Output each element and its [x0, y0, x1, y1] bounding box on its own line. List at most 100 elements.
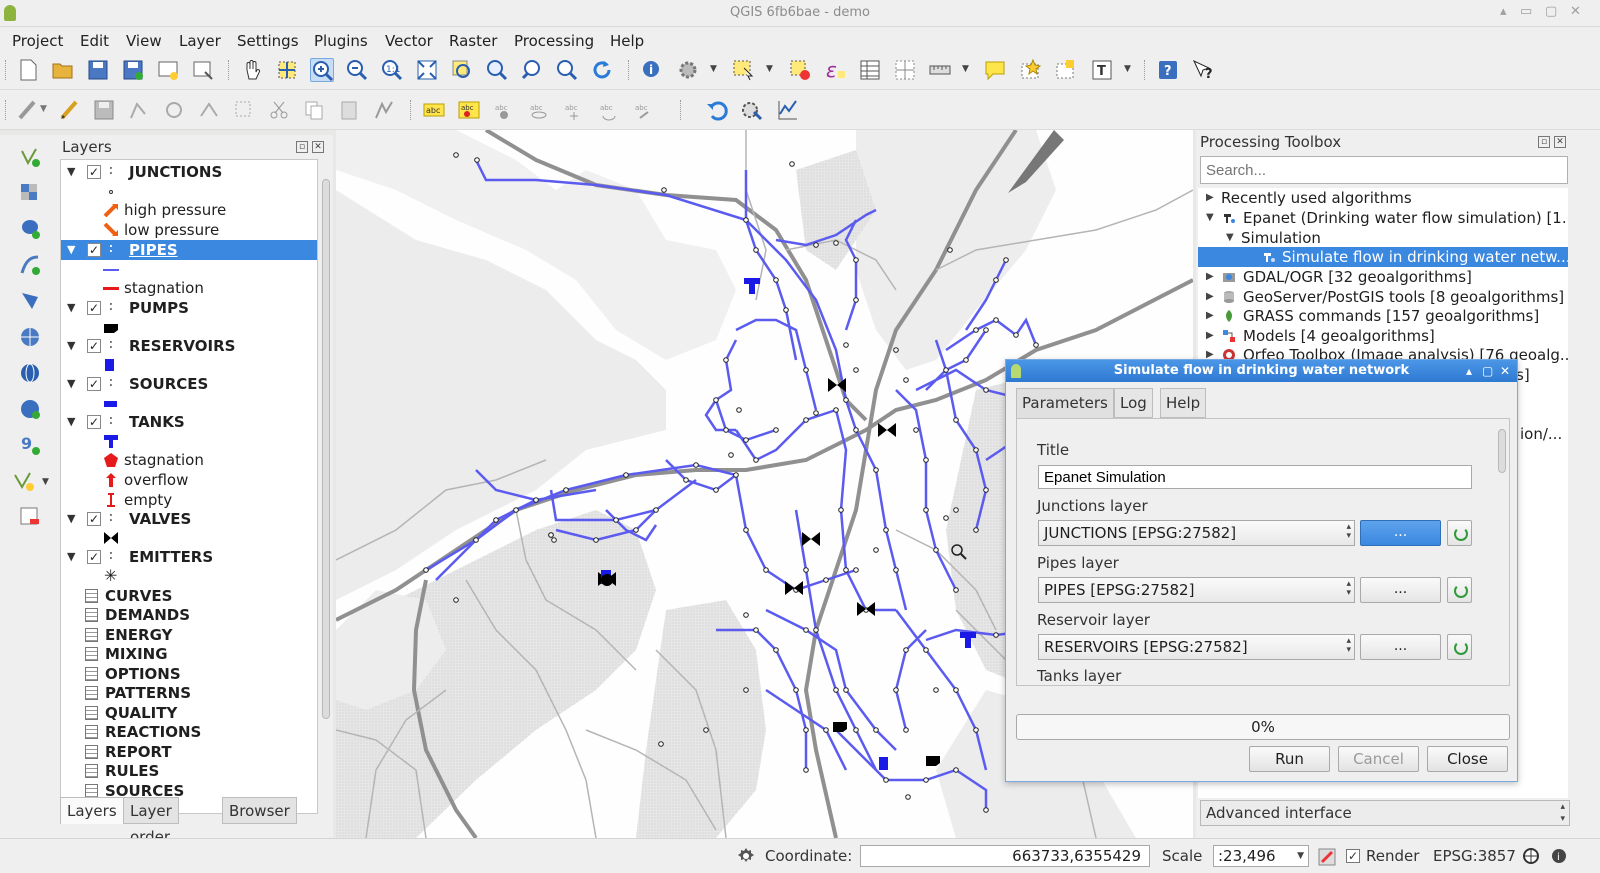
current-edits-icon[interactable]	[16, 98, 40, 122]
cancel-button[interactable]: Cancel	[1338, 746, 1419, 772]
zoom-actual-size-icon[interactable]: 1:1	[380, 58, 404, 82]
table-rules[interactable]: RULES	[61, 761, 317, 781]
help-contents-icon[interactable]: ?	[1156, 58, 1180, 82]
table-quality[interactable]: QUALITY	[61, 703, 317, 723]
dialog-maximize-button[interactable]: ▢	[1482, 360, 1493, 382]
tab-browser[interactable]: Browser	[222, 797, 297, 824]
toggle-editing-icon[interactable]	[57, 98, 81, 122]
tab-log[interactable]: Log	[1114, 388, 1153, 418]
processing-toolbox-icon[interactable]	[740, 98, 764, 122]
save-as-icon[interactable]	[121, 58, 145, 82]
save-project-icon[interactable]	[86, 58, 110, 82]
layer-sources[interactable]: ▼ ✓ ⁚ SOURCES	[61, 374, 317, 394]
add-delimited-text-icon[interactable]: 9	[18, 433, 42, 457]
junctions-layer-select[interactable]: JUNCTIONS [EPSG:27582] ▴ ▾	[1038, 520, 1355, 546]
close-button[interactable]: Close	[1427, 746, 1508, 772]
pan-map-icon[interactable]	[240, 58, 264, 82]
text-annotation-icon[interactable]: T	[1090, 58, 1114, 82]
messages-icon[interactable]: i	[1550, 847, 1568, 865]
layer-labeling-icon[interactable]: abc	[457, 98, 481, 122]
table-curves[interactable]: CURVES	[61, 586, 317, 606]
layer-visibility-checkbox[interactable]: ✓	[87, 415, 101, 429]
reservoir-browse-button[interactable]: ...	[1360, 634, 1441, 660]
coordinate-input[interactable]: 663733,6355429	[860, 845, 1150, 867]
parameters-scrollbar[interactable]	[1497, 425, 1507, 679]
coordinate-toggle-icon[interactable]	[737, 847, 755, 865]
add-mssql-layer-icon[interactable]	[18, 289, 42, 313]
pin-labels-icon[interactable]: abc	[492, 98, 516, 122]
add-wfs-layer-icon[interactable]	[18, 397, 42, 421]
open-project-icon[interactable]	[51, 58, 75, 82]
whats-this-icon[interactable]: ?	[1191, 58, 1215, 82]
layer-valves[interactable]: ▼ ✓ ⁚ VALVES	[61, 509, 317, 529]
layers-scrollbar-thumb[interactable]	[322, 179, 330, 719]
select-by-expression-icon[interactable]: ε	[823, 58, 847, 82]
dialog-titlebar[interactable]: Simulate flow in drinking water network …	[1006, 360, 1517, 382]
zoom-last-icon[interactable]	[520, 58, 544, 82]
remove-layer-icon[interactable]	[18, 505, 42, 529]
add-wcs-layer-icon[interactable]	[18, 361, 42, 385]
collapse-arrow-icon[interactable]: ▼	[67, 547, 75, 567]
reservoir-layer-select[interactable]: RESERVOIRS [EPSG:27582] ▴ ▾	[1038, 634, 1355, 660]
toolbox-item-recent[interactable]: ▶ Recently used algorithms	[1198, 188, 1568, 208]
collapse-arrow-icon[interactable]: ▼	[67, 298, 75, 318]
new-layer-chevron-icon[interactable]: ▼	[42, 477, 49, 487]
move-feature-icon[interactable]	[162, 98, 186, 122]
action-gear-icon[interactable]	[676, 58, 700, 82]
zoom-out-icon[interactable]	[345, 58, 369, 82]
tab-parameters[interactable]: Parameters	[1016, 388, 1114, 418]
attribute-table-icon[interactable]	[858, 58, 882, 82]
tab-layers[interactable]: Layers	[60, 797, 124, 824]
delete-selected-icon[interactable]	[232, 98, 256, 122]
toolbox-close-button[interactable]: ✕	[1554, 136, 1566, 148]
layer-visibility-checkbox[interactable]: ✓	[87, 165, 101, 179]
node-tool-icon[interactable]	[197, 98, 221, 122]
run-button[interactable]: Run	[1249, 746, 1330, 772]
collapse-arrow-icon[interactable]: ▼	[67, 374, 75, 394]
render-checkbox[interactable]: ✓	[1346, 849, 1360, 863]
layer-visibility-checkbox[interactable]: ✓	[87, 550, 101, 564]
collapse-arrow-icon[interactable]: ▼	[67, 240, 75, 260]
crs-status[interactable]: EPSG:3857	[1433, 847, 1516, 865]
add-postgis-layer-icon[interactable]	[18, 217, 42, 241]
layer-reservoirs[interactable]: ▼ ✓ ⁚ RESERVOIRS	[61, 336, 317, 356]
refresh-icon[interactable]	[590, 58, 614, 82]
table-reactions[interactable]: REACTIONS	[61, 722, 317, 742]
layer-pipes[interactable]: ▼ ✓ ⁚ PIPES	[61, 240, 317, 260]
table-patterns[interactable]: PATTERNS	[61, 683, 317, 703]
tab-layer-order[interactable]: Layer order	[123, 797, 179, 846]
show-labels-icon[interactable]: abc	[527, 98, 551, 122]
cut-features-icon[interactable]	[267, 98, 291, 122]
identify-features-icon[interactable]: i	[640, 58, 664, 82]
pipes-browse-button[interactable]: ...	[1360, 577, 1441, 603]
show-bookmarks-icon[interactable]	[1054, 58, 1078, 82]
composer-manager-icon[interactable]	[191, 58, 215, 82]
add-feature-icon[interactable]	[127, 98, 151, 122]
toolbox-item-geoserver[interactable]: ▶ GeoServer/PostGIS tools [8 geoalgorith…	[1198, 287, 1568, 307]
toolbox-item-grass[interactable]: ▶ GRASS commands [157 geoalgorithms]	[1198, 306, 1568, 326]
graph-plot-icon[interactable]	[776, 98, 800, 122]
toolbox-item-models[interactable]: ▶ Models [4 geoalgorithms]	[1198, 326, 1568, 346]
collapse-arrow-icon[interactable]: ▼	[67, 336, 75, 356]
toolbox-item-simulate-flow[interactable]: Simulate flow in drinking water netw...	[1198, 247, 1568, 267]
pan-to-selection-icon[interactable]	[275, 58, 299, 82]
new-project-icon[interactable]	[16, 58, 40, 82]
toolbox-item-epanet[interactable]: ▼ Epanet (Drinking water flow simulation…	[1198, 208, 1568, 228]
projection-globe-icon[interactable]	[1522, 847, 1540, 865]
zoom-next-icon[interactable]	[555, 58, 579, 82]
new-print-composer-icon[interactable]	[156, 58, 180, 82]
table-energy[interactable]: ENERGY	[61, 625, 317, 645]
field-calculator-icon[interactable]	[893, 58, 917, 82]
add-raster-layer-icon[interactable]	[18, 181, 42, 205]
layer-visibility-checkbox[interactable]: ✓	[87, 301, 101, 315]
add-spatialite-layer-icon[interactable]	[18, 253, 42, 277]
table-report[interactable]: REPORT	[61, 742, 317, 762]
new-shapefile-icon[interactable]	[12, 469, 36, 493]
reservoir-iterate-icon[interactable]	[1447, 634, 1472, 660]
toolbox-item-gdal[interactable]: ▶ GDAL/OGR [32 geoalgorithms]	[1198, 267, 1568, 287]
layer-emitters[interactable]: ▼ ✓ ⁚ EMITTERS	[61, 547, 317, 567]
layer-junctions[interactable]: ▼ ✓ ⁚ JUNCTIONS	[61, 162, 317, 182]
dialog-minimize-button[interactable]: ▴	[1466, 360, 1472, 382]
layer-visibility-checkbox[interactable]: ✓	[87, 512, 101, 526]
action-dropdown-chevron-icon[interactable]: ▼	[710, 64, 717, 74]
